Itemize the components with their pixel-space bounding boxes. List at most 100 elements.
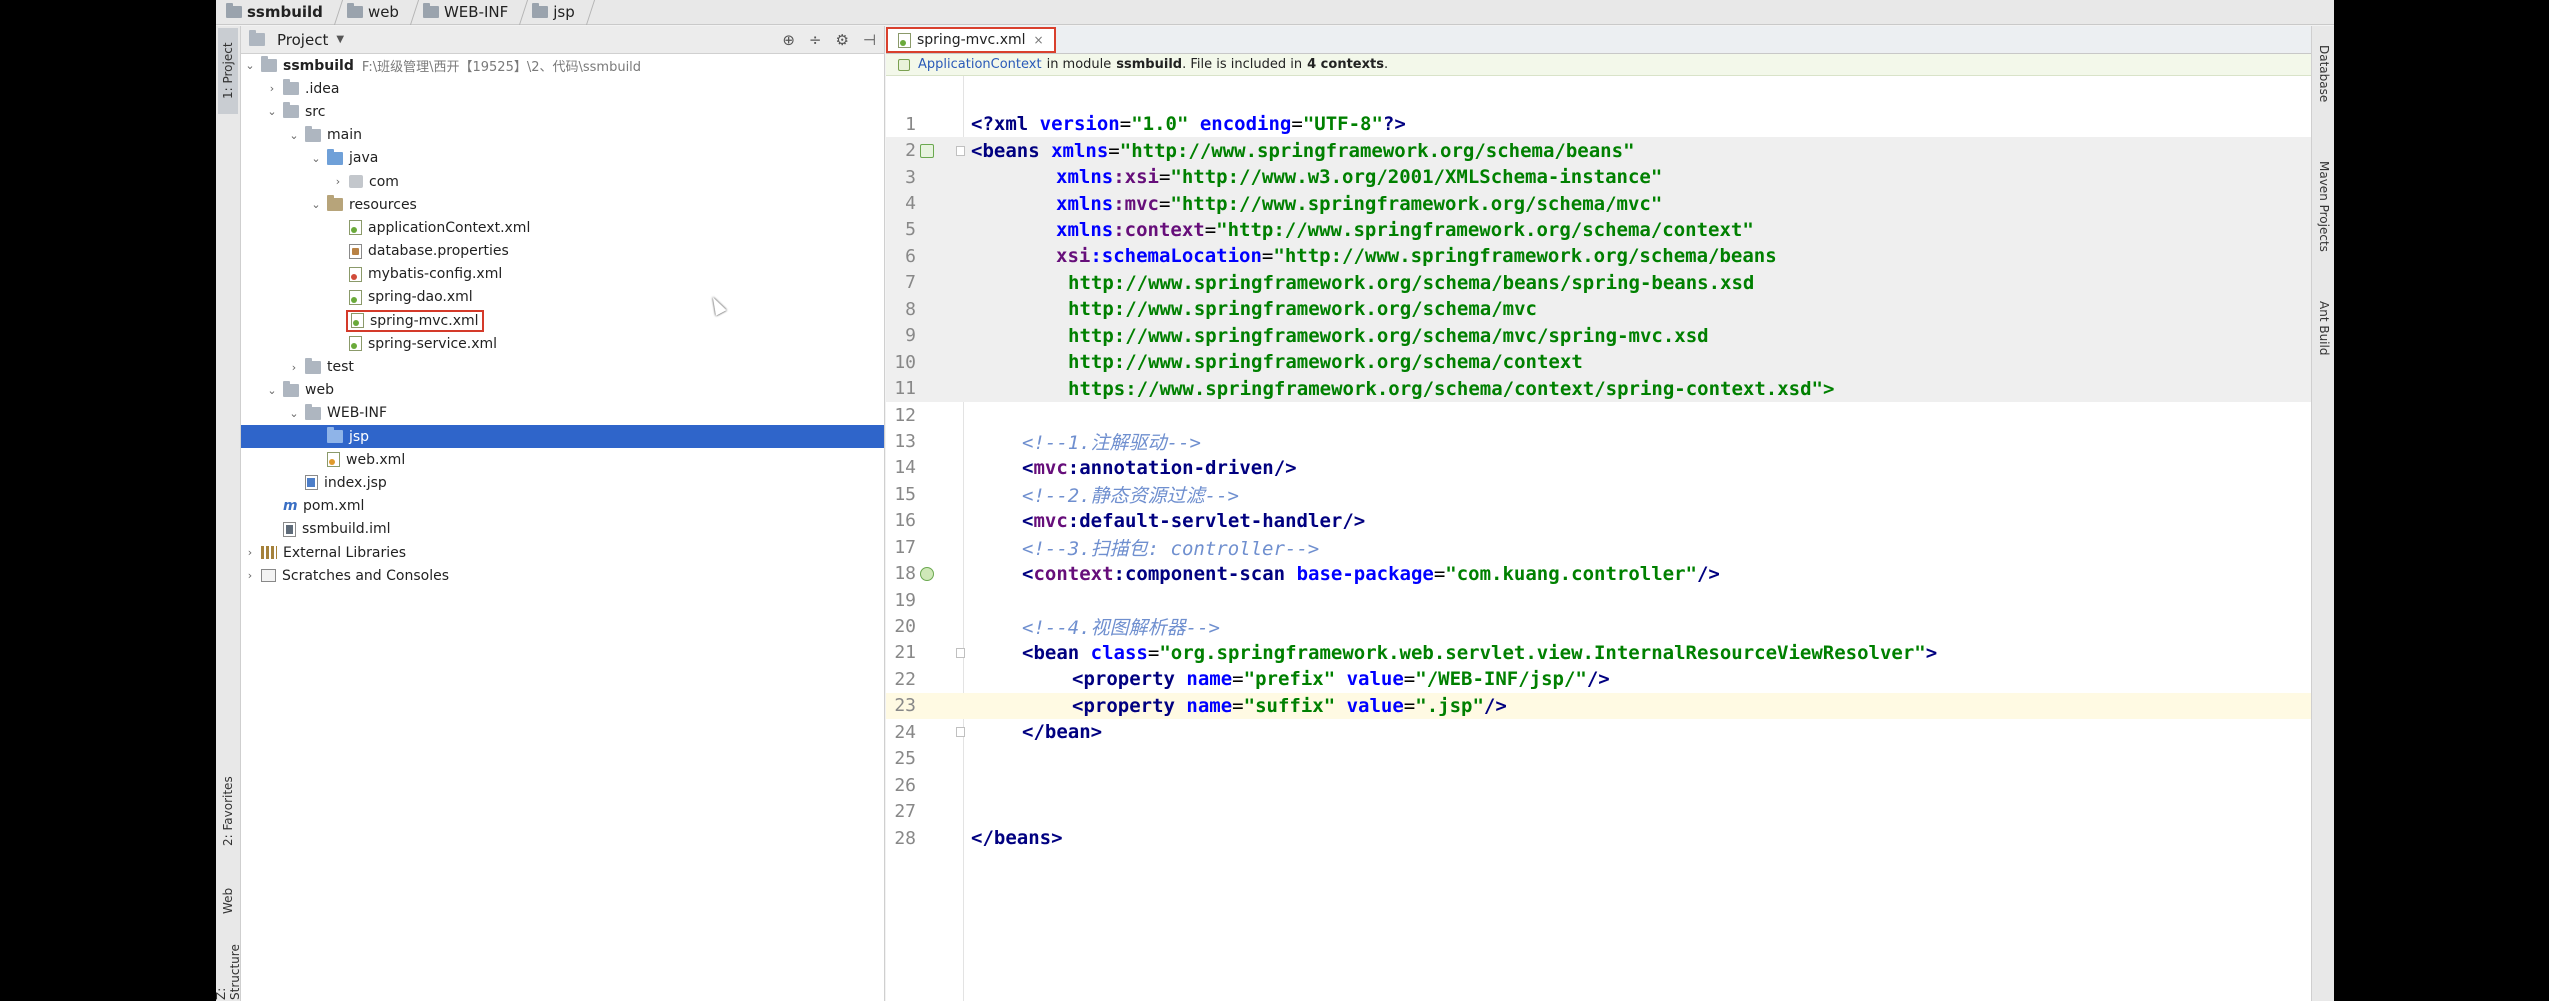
- chevron-right-icon[interactable]: ›: [243, 546, 257, 559]
- code-line: 2 <beans xmlns="http://www.springframewo…: [886, 137, 2334, 164]
- code-line: 28 </beans>: [894, 827, 1063, 850]
- structure-tool-tab[interactable]: Z: Structure: [216, 936, 242, 1000]
- folder-icon: [283, 79, 299, 96]
- navigation-bar: ssmbuild web WEB-INF jsp: [216, 0, 2334, 25]
- chevron-down-icon[interactable]: ⌄: [265, 105, 279, 118]
- editor-area: spring-mvc.xml × ApplicationContext in m…: [886, 26, 2334, 1001]
- tree-item-idea[interactable]: › .idea: [241, 77, 884, 100]
- folder-icon: [226, 3, 242, 18]
- code-line: 5 xmlns:context="http://www.springframew…: [886, 216, 2334, 244]
- code-line: 21 <bean class="org.springframework.web.…: [894, 641, 1938, 664]
- fold-marker-icon[interactable]: [956, 145, 965, 156]
- tree-item-scratches[interactable]: › Scratches and Consoles: [241, 564, 884, 587]
- chevron-right-icon[interactable]: ›: [265, 82, 279, 95]
- right-tool-strip: Database Maven Projects Ant Build: [2311, 26, 2334, 1001]
- breadcrumb-web[interactable]: web: [346, 0, 407, 25]
- breadcrumb-jsp[interactable]: jsp: [532, 0, 583, 25]
- spring-component-scan-icon[interactable]: [920, 566, 934, 581]
- tree-item-index-jsp[interactable]: index.jsp: [241, 471, 884, 494]
- chevron-down-icon[interactable]: ⌄: [309, 152, 323, 165]
- tree-item-spring-dao[interactable]: spring-dao.xml: [241, 286, 884, 309]
- folder-icon: [327, 427, 343, 444]
- folder-icon: [305, 125, 321, 142]
- database-tool-tab[interactable]: Database: [2314, 34, 2334, 114]
- tree-item-spring-mvc[interactable]: spring-mvc.xml: [241, 309, 884, 332]
- tree-item-ssmbuild[interactable]: ⌄ ssmbuild F:\班级管理\西开【19525】\2、代码\ssmbui…: [241, 54, 884, 77]
- tree-item-test[interactable]: › test: [241, 355, 884, 378]
- chevron-down-icon[interactable]: ⌄: [265, 384, 279, 397]
- tree-item-application-context[interactable]: applicationContext.xml: [241, 216, 884, 239]
- fold-marker-icon[interactable]: [956, 727, 965, 738]
- module-path: F:\班级管理\西开【19525】\2、代码\ssmbuild: [361, 60, 642, 76]
- tree-item-java[interactable]: ⌄ java: [241, 147, 884, 170]
- libraries-icon: [261, 546, 277, 560]
- scratches-icon: [261, 569, 276, 583]
- folder-icon: [283, 102, 299, 119]
- tree-item-web-inf[interactable]: ⌄ WEB-INF: [241, 402, 884, 425]
- application-context-link[interactable]: ApplicationContext: [918, 57, 1042, 72]
- highlight-box: spring-mvc.xml: [346, 309, 484, 332]
- spring-xml-icon: [349, 336, 362, 352]
- ant-build-tool-tab[interactable]: Ant Build: [2314, 288, 2334, 368]
- breadcrumb-ssmbuild[interactable]: ssmbuild: [226, 0, 331, 25]
- tree-item-external-libraries[interactable]: › External Libraries: [241, 541, 884, 564]
- tab-spring-mvc[interactable]: spring-mvc.xml ×: [886, 27, 1056, 53]
- tree-item-pom[interactable]: m pom.xml: [241, 495, 884, 518]
- code-editor[interactable]: 1 <?xml version="1.0" encoding="UTF-8"?>…: [886, 111, 2334, 851]
- chevron-right-icon[interactable]: ›: [331, 175, 345, 188]
- folder-icon: [305, 403, 321, 420]
- tree-item-com[interactable]: › com: [241, 170, 884, 193]
- tree-item-web-xml[interactable]: web.xml: [241, 448, 884, 471]
- favorites-tool-tab[interactable]: 2: Favorites: [218, 756, 238, 866]
- code-line: 15 <!--2.静态资源过滤-->: [894, 483, 1239, 507]
- tree-item-src[interactable]: ⌄ src: [241, 100, 884, 123]
- left-tool-strip: 1: Project 2: Favorites Web Z: Structure: [216, 26, 242, 1001]
- chevron-right-icon[interactable]: ›: [243, 569, 257, 582]
- tree-item-spring-service[interactable]: spring-service.xml: [241, 332, 884, 355]
- code-line: 12: [894, 404, 916, 426]
- web-tool-tab[interactable]: Web: [218, 868, 238, 934]
- tree-item-main[interactable]: ⌄ main: [241, 124, 884, 147]
- chevron-down-icon[interactable]: ⌄: [287, 407, 301, 420]
- resources-folder-icon: [327, 195, 343, 212]
- locate-file-icon[interactable]: ⊕: [782, 31, 795, 49]
- fold-marker-icon[interactable]: [956, 647, 965, 658]
- code-line: 25: [894, 748, 916, 770]
- spring-context-infobar: ApplicationContext in module ssmbuild . …: [886, 54, 2334, 76]
- chevron-right-icon[interactable]: ›: [287, 361, 301, 374]
- code-line: 8 http://www.springframework.org/schema/…: [886, 296, 2334, 323]
- project-view-selector[interactable]: Project: [277, 31, 328, 49]
- jsp-file-icon: [305, 475, 318, 491]
- spring-xml-icon: [349, 220, 362, 236]
- breadcrumb-web-inf[interactable]: WEB-INF: [422, 0, 516, 25]
- tree-item-resources[interactable]: ⌄ resources: [241, 193, 884, 216]
- collapse-all-icon[interactable]: ÷: [809, 31, 822, 49]
- tree-item-web[interactable]: ⌄ web: [241, 379, 884, 402]
- chevron-down-icon[interactable]: ⌄: [309, 198, 323, 211]
- code-line: 7 http://www.springframework.org/schema/…: [886, 269, 2334, 297]
- iml-file-icon: [283, 521, 296, 537]
- hide-panel-icon[interactable]: ⊣: [863, 31, 876, 49]
- package-icon: [349, 175, 363, 189]
- gear-icon[interactable]: ⚙: [835, 31, 848, 49]
- chevron-down-icon[interactable]: ⌄: [287, 129, 301, 142]
- code-line: 3 xmlns:xsi="http://www.w3.org/2001/XMLS…: [886, 163, 2334, 191]
- folder-icon: [422, 3, 439, 18]
- code-line: 17 <!--3.扫描包: controller-->: [894, 536, 1320, 560]
- spring-xml-icon: [349, 289, 362, 305]
- code-line: 6 xsi:schemaLocation="http://www.springf…: [886, 243, 2334, 270]
- project-tool-tab[interactable]: 1: Project: [218, 28, 238, 114]
- tree-item-database-properties[interactable]: database.properties: [241, 240, 884, 263]
- spring-xml-icon: [898, 32, 911, 48]
- tree-item-jsp[interactable]: jsp: [241, 425, 884, 449]
- tree-item-mybatis-config[interactable]: mybatis-config.xml: [241, 263, 884, 286]
- maven-tool-tab[interactable]: Maven Projects: [2314, 136, 2334, 276]
- close-icon[interactable]: ×: [1034, 33, 1044, 47]
- chevron-down-icon[interactable]: ⌄: [243, 59, 257, 72]
- tree-item-iml[interactable]: ssmbuild.iml: [241, 518, 884, 541]
- code-line: 4 xmlns:mvc="http://www.springframework.…: [886, 190, 2334, 217]
- spring-bean-gutter-icon[interactable]: [920, 143, 934, 158]
- source-folder-icon: [327, 148, 343, 165]
- code-line: 1 <?xml version="1.0" encoding="UTF-8"?>: [905, 113, 1406, 136]
- chevron-down-icon[interactable]: ▼: [336, 34, 344, 45]
